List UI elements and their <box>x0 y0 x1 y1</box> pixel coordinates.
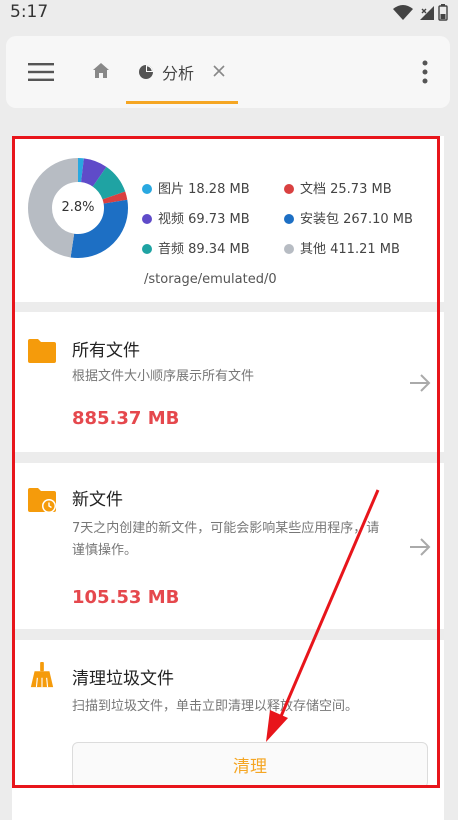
legend-dot <box>284 244 294 254</box>
all-files-description: 根据文件大小顺序展示所有文件 <box>72 369 255 384</box>
tab-label: 分析 <box>162 64 195 83</box>
legend-item-audio: 音频 89.34 MB <box>142 238 250 257</box>
tab-analysis[interactable]: 分析 <box>126 36 238 108</box>
wifi-icon <box>393 5 413 20</box>
legend-dot <box>142 184 152 194</box>
legend-item-videos: 视频 69.73 MB <box>142 208 250 227</box>
toolbar: 分析 <box>6 36 450 108</box>
status-icons <box>393 4 448 21</box>
junk-clean-card: 清理垃圾文件 扫描到垃圾文件，单击立即清理以释放存储空间。 清理 <box>12 640 444 820</box>
battery-icon <box>438 4 448 21</box>
new-files-title: 新文件 <box>72 490 123 510</box>
new-files-description: 7天之内创建的新文件，可能会影响某些应用程序，请谨慎操作。 <box>72 521 380 558</box>
status-time: 5:17 <box>10 2 49 22</box>
all-files-title: 所有文件 <box>72 341 140 361</box>
junk-description: 扫描到垃圾文件，单击立即清理以释放存储空间。 <box>72 699 359 714</box>
storage-used-percent: 2.8% <box>61 200 95 215</box>
legend-dot <box>142 214 152 224</box>
arrow-right-icon[interactable] <box>408 372 432 394</box>
analysis-content[interactable]: 2.8% 图片 18.28 MB 文档 25.73 MB 视频 69.73 MB… <box>6 122 450 820</box>
folder-icon <box>28 339 56 363</box>
legend-dot <box>284 214 294 224</box>
legend-item-images: 图片 18.28 MB <box>142 178 250 197</box>
clean-button[interactable]: 清理 <box>72 742 428 788</box>
legend-dot <box>142 244 152 254</box>
more-vert-icon[interactable] <box>422 60 428 84</box>
new-files-size: 105.53 MB <box>72 587 180 608</box>
folder-clock-icon <box>28 488 56 513</box>
all-files-size: 885.37 MB <box>72 408 180 429</box>
signal-icon <box>420 6 434 20</box>
junk-title: 清理垃圾文件 <box>72 669 174 689</box>
legend-item-documents: 文档 25.73 MB <box>284 178 392 197</box>
storage-overview-card: 2.8% 图片 18.28 MB 文档 25.73 MB 视频 69.73 MB… <box>12 136 444 302</box>
tab-active-indicator <box>126 101 238 104</box>
legend-item-apks: 安装包 267.10 MB <box>284 208 413 227</box>
broom-icon <box>30 662 54 688</box>
status-bar: 5:17 <box>0 0 458 24</box>
legend-item-other: 其他 411.21 MB <box>284 238 400 257</box>
legend-dot <box>284 184 294 194</box>
menu-icon[interactable] <box>28 62 54 82</box>
pie-chart-icon <box>139 65 153 79</box>
all-files-card[interactable]: 所有文件 根据文件大小顺序展示所有文件 885.37 MB <box>12 312 444 452</box>
new-files-card[interactable]: 新文件 7天之内创建的新文件，可能会影响某些应用程序，请谨慎操作。 105.53… <box>12 463 444 629</box>
arrow-right-icon[interactable] <box>408 536 432 558</box>
close-icon[interactable] <box>212 64 226 78</box>
storage-path: /storage/emulated/0 <box>144 272 277 287</box>
home-icon[interactable] <box>92 62 110 80</box>
